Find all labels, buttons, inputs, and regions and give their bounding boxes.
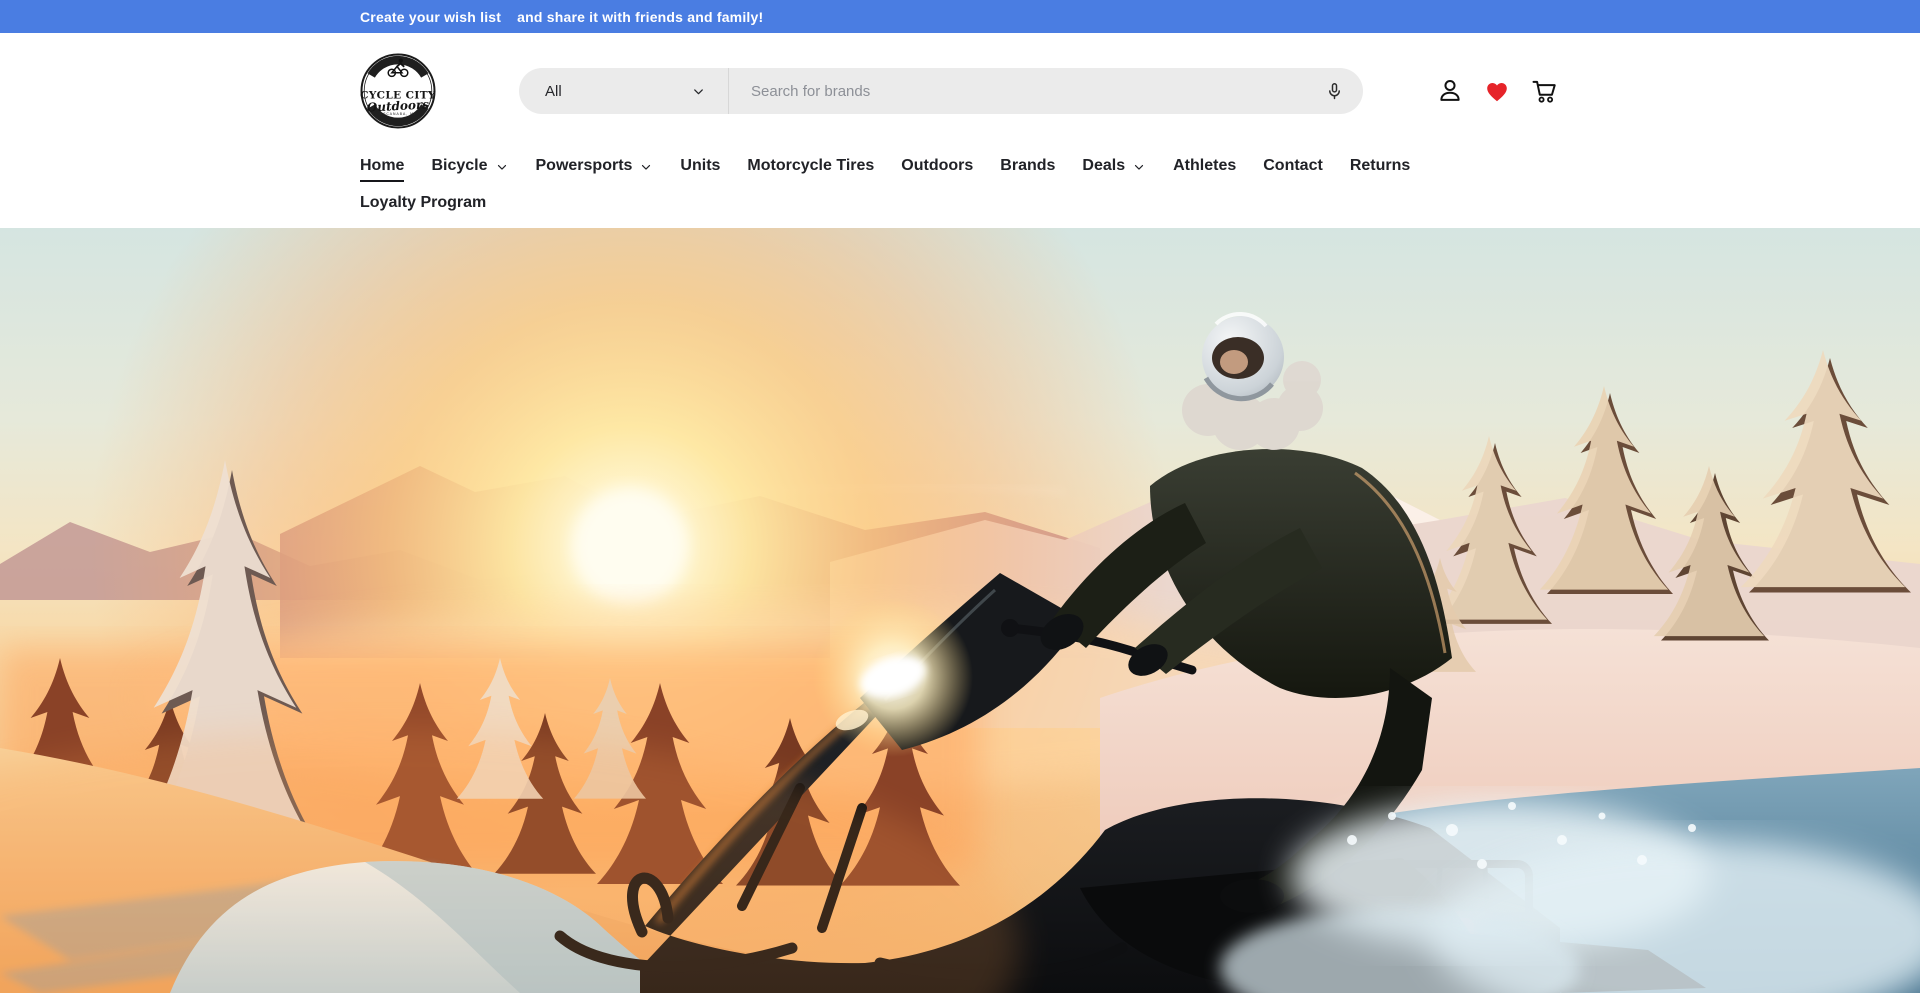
nav-item-motorcycle-tires[interactable]: Motorcycle Tires [747, 157, 874, 175]
rider-face [1220, 350, 1248, 374]
person-icon [1436, 77, 1464, 105]
account-button[interactable] [1434, 75, 1466, 107]
site-header: CYCLE CITY Outdoors ESCANABA, MI All [360, 33, 1560, 148]
voice-search-button[interactable] [1316, 81, 1363, 102]
hero-banner: Woman in a dark winter jacket and silver… [0, 228, 1920, 993]
announcement-banner: Create your wish list and share it with … [0, 0, 1920, 33]
header-actions [1434, 75, 1560, 107]
chevron-down-icon [495, 160, 509, 174]
nav-item-powersports[interactable]: Powersports [536, 157, 654, 175]
chevron-down-icon [691, 84, 706, 99]
cart-icon [1530, 77, 1558, 105]
nav-item-contact[interactable]: Contact [1263, 157, 1323, 175]
main-nav-row-1: Home Bicycle Powersports Units Motorcycl… [360, 148, 1560, 184]
nav-item-loyalty-program[interactable]: Loyalty Program [360, 194, 486, 212]
main-nav-row-2: Loyalty Program [360, 184, 1560, 222]
nav-item-home[interactable]: Home [360, 157, 404, 175]
heart-icon [1483, 77, 1511, 105]
search-bar: All [519, 68, 1363, 114]
nav-item-athletes[interactable]: Athletes [1173, 157, 1236, 175]
search-category-value: All [545, 83, 562, 100]
cart-button[interactable] [1528, 75, 1560, 107]
announcement-message: and share it with friends and family! [517, 9, 763, 25]
nav-item-deals[interactable]: Deals [1082, 157, 1146, 175]
wishlist-banner-link[interactable]: Create your wish list [360, 9, 501, 25]
hero-image-snowmobile-sunset [0, 228, 1920, 993]
search-category-dropdown[interactable]: All [519, 68, 729, 114]
logo-location-text: ESCANABA, MI [380, 112, 416, 116]
store-logo[interactable]: CYCLE CITY Outdoors ESCANABA, MI [360, 53, 436, 129]
nav-item-brands[interactable]: Brands [1000, 157, 1055, 175]
main-nav: Home Bicycle Powersports Units Motorcycl… [360, 148, 1560, 228]
sun [572, 488, 688, 604]
wishlist-button[interactable] [1481, 75, 1513, 107]
rider-boot [1220, 879, 1284, 913]
nav-item-outdoors[interactable]: Outdoors [901, 157, 973, 175]
search-input[interactable] [729, 68, 1316, 114]
nav-item-bicycle[interactable]: Bicycle [431, 157, 508, 175]
microphone-icon [1324, 81, 1345, 102]
store-logo-image: CYCLE CITY Outdoors ESCANABA, MI [360, 53, 436, 129]
chevron-down-icon [1132, 160, 1146, 174]
nav-item-units[interactable]: Units [680, 157, 720, 175]
chevron-down-icon [639, 160, 653, 174]
nav-item-returns[interactable]: Returns [1350, 157, 1410, 175]
